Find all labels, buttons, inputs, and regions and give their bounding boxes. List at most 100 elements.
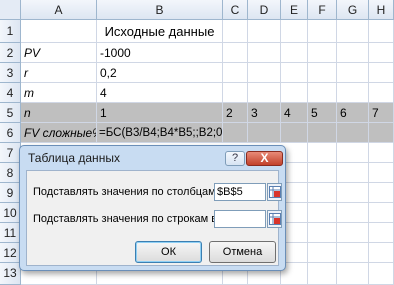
cell-h3[interactable] bbox=[369, 63, 394, 83]
cell-e11[interactable] bbox=[286, 223, 308, 243]
row-header-5[interactable]: 5 bbox=[0, 103, 21, 123]
cell-f9[interactable] bbox=[308, 183, 337, 203]
cell-f13[interactable] bbox=[308, 263, 337, 285]
cell-h7[interactable] bbox=[369, 143, 394, 163]
cell-g3[interactable] bbox=[337, 63, 369, 83]
cell-h4[interactable] bbox=[369, 83, 394, 103]
cell-e7[interactable] bbox=[286, 143, 308, 163]
row-header-12[interactable]: 12 bbox=[0, 243, 21, 263]
dialog-title[interactable]: Таблица данных bbox=[28, 151, 120, 165]
cell-h12[interactable] bbox=[369, 243, 394, 263]
cell-c1[interactable] bbox=[223, 20, 248, 43]
help-button[interactable]: ? bbox=[225, 151, 245, 166]
cell-h13[interactable] bbox=[369, 263, 394, 285]
row-range-select-button[interactable] bbox=[267, 210, 282, 228]
row-header-6[interactable]: 6 bbox=[0, 123, 21, 143]
cell-h10[interactable] bbox=[369, 203, 394, 223]
cell-h5[interactable]: 7 bbox=[369, 103, 394, 123]
cell-c2[interactable] bbox=[223, 43, 248, 63]
row-header-8[interactable]: 8 bbox=[0, 163, 21, 183]
cell-f4[interactable] bbox=[308, 83, 337, 103]
column-header-c[interactable]: C bbox=[223, 0, 248, 20]
row-header-13[interactable]: 13 bbox=[0, 263, 21, 285]
cell-e6[interactable] bbox=[281, 123, 308, 143]
cell-g8[interactable] bbox=[337, 163, 369, 183]
cell-f5[interactable]: 5 bbox=[308, 103, 337, 123]
cell-c6[interactable] bbox=[223, 123, 248, 143]
cell-f3[interactable] bbox=[308, 63, 337, 83]
cell-a4[interactable]: m bbox=[21, 83, 97, 103]
cell-f10[interactable] bbox=[308, 203, 337, 223]
column-header-a[interactable]: A bbox=[21, 0, 97, 20]
cell-h6[interactable] bbox=[369, 123, 394, 143]
cell-h2[interactable] bbox=[369, 43, 394, 63]
cell-g7[interactable] bbox=[337, 143, 369, 163]
cell-g13[interactable] bbox=[337, 263, 369, 285]
cell-d2[interactable] bbox=[248, 43, 281, 63]
cell-g1[interactable] bbox=[337, 20, 369, 43]
cell-f11[interactable] bbox=[308, 223, 337, 243]
cell-g6[interactable] bbox=[337, 123, 369, 143]
cell-d3[interactable] bbox=[248, 63, 281, 83]
cell-b5[interactable]: 1 bbox=[97, 103, 223, 123]
cell-a6[interactable]: FV сложные% bbox=[21, 123, 97, 143]
cell-g9[interactable] bbox=[337, 183, 369, 203]
cell-f1[interactable] bbox=[308, 20, 337, 43]
cell-h11[interactable] bbox=[369, 223, 394, 243]
row-header-11[interactable]: 11 bbox=[0, 223, 21, 243]
cell-h9[interactable] bbox=[369, 183, 394, 203]
cell-d5[interactable]: 3 bbox=[248, 103, 281, 123]
cell-b3[interactable]: 0,2 bbox=[97, 63, 223, 83]
cell-c3[interactable] bbox=[223, 63, 248, 83]
column-header-f[interactable]: F bbox=[308, 0, 337, 20]
column-header-g[interactable]: G bbox=[337, 0, 369, 20]
row-header-1[interactable]: 1 bbox=[0, 20, 21, 43]
cell-d6[interactable] bbox=[248, 123, 281, 143]
cell-c5[interactable]: 2 bbox=[223, 103, 248, 123]
row-input-cell-field[interactable] bbox=[214, 210, 266, 228]
column-range-select-button[interactable] bbox=[267, 183, 282, 201]
cell-d1[interactable] bbox=[248, 20, 281, 43]
cell-f6[interactable] bbox=[308, 123, 337, 143]
row-header-10[interactable]: 10 bbox=[0, 203, 21, 223]
cell-f12[interactable] bbox=[308, 243, 337, 263]
cell-f7[interactable] bbox=[308, 143, 337, 163]
close-button[interactable]: X bbox=[246, 151, 283, 166]
cell-e2[interactable] bbox=[281, 43, 308, 63]
column-header-d[interactable]: D bbox=[248, 0, 281, 20]
row-header-4[interactable]: 4 bbox=[0, 83, 21, 103]
column-header-b[interactable]: B bbox=[97, 0, 223, 20]
row-header-9[interactable]: 9 bbox=[0, 183, 21, 203]
ok-button[interactable]: ОК bbox=[135, 241, 202, 263]
cell-g5[interactable]: 6 bbox=[337, 103, 369, 123]
cell-g10[interactable] bbox=[337, 203, 369, 223]
cell-b6-formula[interactable]: =БС(B3/B4;B4*B5;;B2;0) bbox=[97, 123, 223, 143]
cell-a3[interactable]: r bbox=[21, 63, 97, 83]
cell-e12[interactable] bbox=[286, 243, 308, 263]
cell-e4[interactable] bbox=[281, 83, 308, 103]
cell-e3[interactable] bbox=[281, 63, 308, 83]
cell-h8[interactable] bbox=[369, 163, 394, 183]
cell-d4[interactable] bbox=[248, 83, 281, 103]
cell-b4[interactable]: 4 bbox=[97, 83, 223, 103]
cell-g12[interactable] bbox=[337, 243, 369, 263]
cell-h1[interactable] bbox=[369, 20, 394, 43]
cell-a5[interactable]: n bbox=[21, 103, 97, 123]
cell-b2[interactable]: -1000 bbox=[97, 43, 223, 63]
column-header-e[interactable]: E bbox=[281, 0, 308, 20]
cancel-button[interactable]: Отмена bbox=[209, 241, 276, 263]
row-header-2[interactable]: 2 bbox=[0, 43, 21, 63]
column-header-h[interactable]: H bbox=[369, 0, 394, 20]
cell-e5[interactable]: 4 bbox=[281, 103, 308, 123]
cell-e1[interactable] bbox=[281, 20, 308, 43]
cell-c4[interactable] bbox=[223, 83, 248, 103]
cell-e10[interactable] bbox=[286, 203, 308, 223]
select-all-corner[interactable] bbox=[0, 0, 21, 20]
cell-g11[interactable] bbox=[337, 223, 369, 243]
row-header-7[interactable]: 7 bbox=[0, 143, 21, 163]
row-header-3[interactable]: 3 bbox=[0, 63, 21, 83]
cell-a2[interactable]: PV bbox=[21, 43, 97, 63]
cell-f8[interactable] bbox=[308, 163, 337, 183]
cell-a1[interactable] bbox=[21, 20, 97, 43]
column-input-cell-field[interactable] bbox=[214, 183, 266, 201]
